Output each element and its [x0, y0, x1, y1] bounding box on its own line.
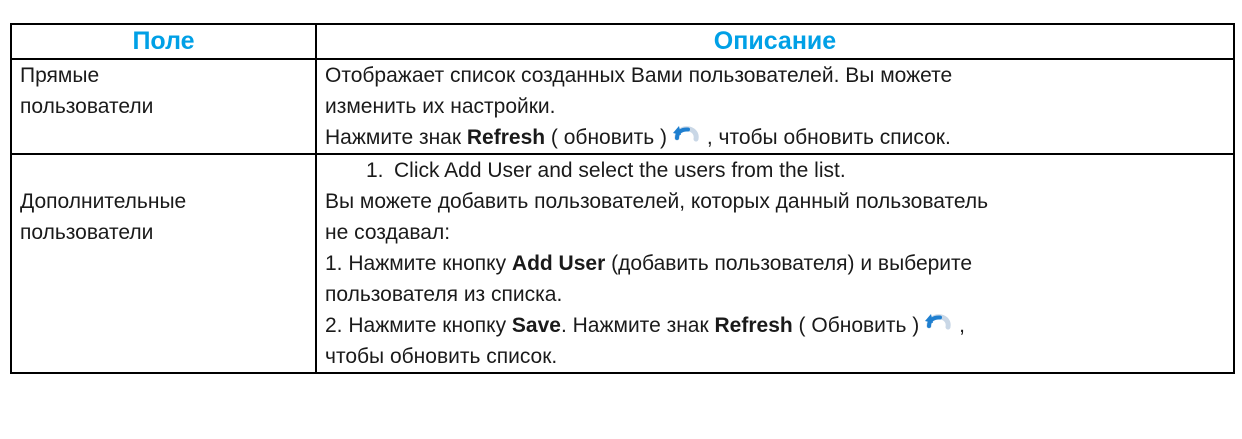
- text-segment: 1. Нажмите кнопку: [325, 252, 512, 275]
- add-user-term: Add User: [511, 252, 606, 275]
- description-table: Поле Описание Прямые пользователи Отобра…: [10, 23, 1235, 374]
- table-header-row: Поле Описание: [10, 23, 1235, 60]
- field-name-line: Дополнительные: [20, 190, 187, 213]
- text-segment: Нажмите знак: [325, 126, 467, 149]
- description-line: Нажмите знак Refresh ( обновить ) , чтоб…: [325, 122, 1225, 153]
- list-text: Click Add User and select the users from…: [394, 159, 846, 182]
- table-row: Дополнительные пользователи 1. Click Add …: [10, 153, 1235, 374]
- description-line: чтобы обновить список.: [325, 345, 558, 368]
- header-field: Поле: [10, 23, 317, 60]
- list-number: 1.: [366, 159, 384, 182]
- header-description: Описание: [315, 23, 1235, 60]
- description-line: Вы можете добавить пользователей, которы…: [325, 190, 989, 213]
- field-name-line: пользователи: [20, 221, 154, 244]
- text-segment: , чтобы обновить список.: [701, 126, 951, 149]
- refresh-icon: [925, 314, 951, 330]
- text-segment: 2. Нажмите кнопку: [325, 314, 512, 337]
- description-line: 2. Нажмите кнопку Save. Нажмите знак Ref…: [325, 310, 1225, 341]
- refresh-term: Refresh: [714, 314, 793, 337]
- description-line: изменить их настройки.: [325, 95, 556, 118]
- field-name-line: пользователи: [20, 95, 154, 118]
- numbered-list-item: 1. Click Add User and select the users fr…: [325, 155, 1225, 186]
- text-segment: ( обновить ): [545, 126, 668, 149]
- field-cell: Прямые пользователи: [10, 58, 317, 155]
- description-cell: Отображает список созданных Вами пользов…: [315, 58, 1235, 155]
- text-segment: ,: [953, 314, 965, 337]
- description-line: 1. Нажмите кнопку Add User (добавить пол…: [325, 248, 1225, 279]
- field-name-line: Прямые: [20, 64, 100, 87]
- save-term: Save: [511, 314, 561, 337]
- refresh-term: Refresh: [466, 126, 546, 149]
- table-row: Прямые пользователи Отображает список со…: [10, 58, 1235, 155]
- refresh-icon: [673, 126, 699, 142]
- description-line: пользователя из списка.: [325, 283, 563, 306]
- text-segment: . Нажмите знак: [560, 314, 715, 337]
- description-cell: 1. Click Add User and select the users fr…: [315, 153, 1235, 374]
- text-segment: ( Обновить ): [792, 314, 920, 337]
- text-segment: (добавить пользователя) и выберите: [605, 252, 973, 275]
- description-line: Отображает список созданных Вами пользов…: [325, 64, 953, 87]
- field-cell: Дополнительные пользователи: [10, 153, 317, 374]
- description-line: не создавал:: [325, 221, 451, 244]
